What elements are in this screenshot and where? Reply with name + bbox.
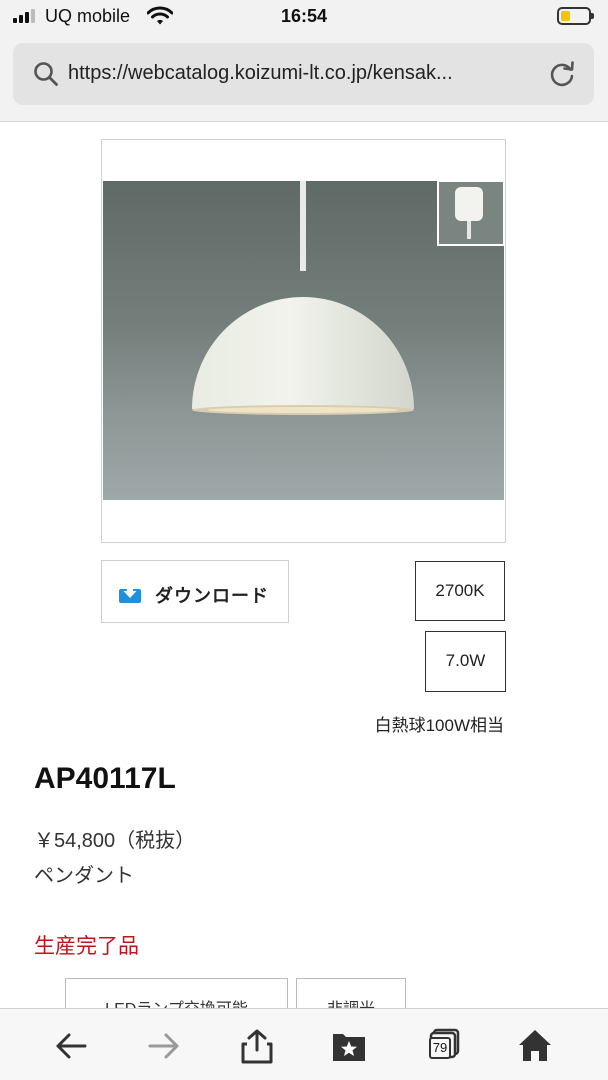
back-arrow-icon[interactable] — [53, 1028, 89, 1064]
search-icon — [33, 61, 59, 92]
reload-icon[interactable] — [548, 60, 576, 93]
product-image-frame — [101, 139, 506, 543]
bookmarks-icon[interactable] — [331, 1028, 367, 1064]
share-icon[interactable] — [239, 1028, 275, 1064]
wattage-badge: 7.0W — [425, 631, 506, 692]
equivalent-text: 白熱球100W相当 — [374, 716, 504, 735]
home-icon[interactable] — [517, 1028, 553, 1064]
battery-icon — [557, 7, 594, 25]
forward-arrow-icon[interactable] — [146, 1028, 182, 1064]
download-icon — [119, 583, 141, 603]
tab-count: 79 — [429, 1037, 451, 1059]
url-text[interactable]: https://webcatalog.koizumi-lt.co.jp/kens… — [68, 62, 538, 85]
address-bar[interactable]: https://webcatalog.koizumi-lt.co.jp/kens… — [13, 43, 594, 105]
product-category: ペンダント — [34, 865, 134, 887]
product-photo[interactable] — [103, 181, 504, 500]
download-label: ダウンロード — [155, 586, 269, 606]
browser-header: https://webcatalog.koizumi-lt.co.jp/kens… — [0, 34, 608, 122]
tabs-icon[interactable]: 79 — [424, 1028, 460, 1064]
color-temp-badge: 2700K — [415, 561, 505, 621]
browser-toolbar: 79 — [0, 1008, 608, 1080]
status-bar: UQ mobile 16:54 — [0, 0, 608, 34]
product-price: ￥54,800（税抜） — [34, 830, 196, 852]
discontinued-label: 生産完了品 — [34, 935, 139, 958]
download-button[interactable]: ダウンロード — [101, 560, 289, 623]
product-model: AP40117L — [34, 762, 176, 795]
clock: 16:54 — [280, 6, 328, 26]
